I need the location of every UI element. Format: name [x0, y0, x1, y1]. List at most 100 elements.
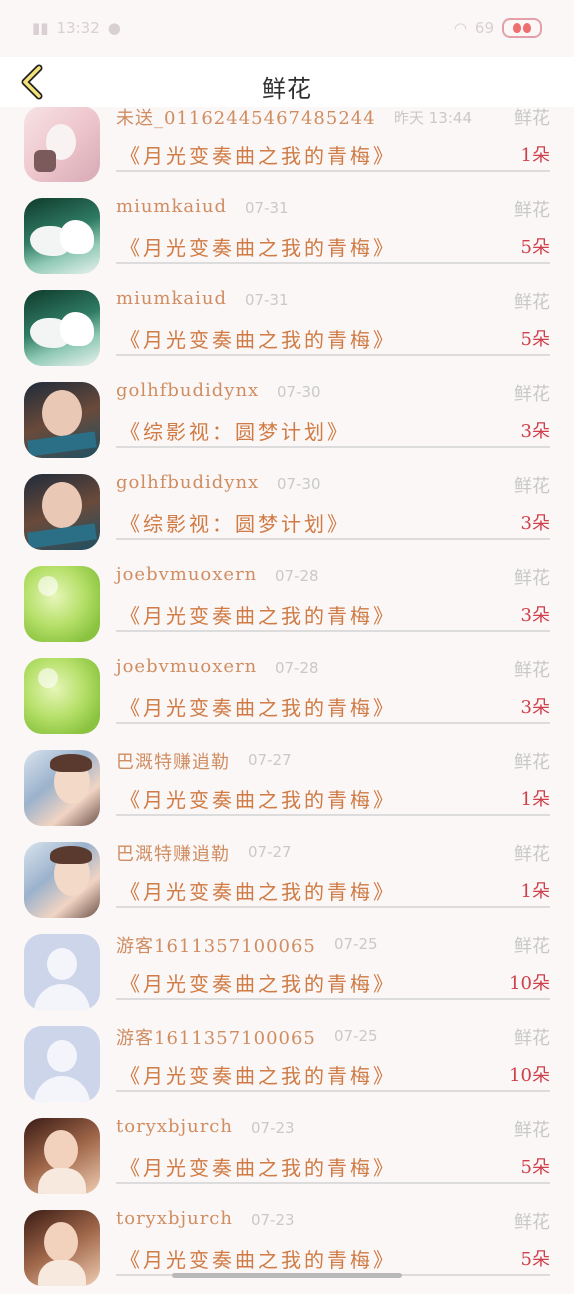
- wifi-icon: ◠: [453, 19, 467, 37]
- novel-title[interactable]: 《月光变奏曲之我的青梅》: [120, 876, 396, 905]
- avatar[interactable]: [24, 1026, 100, 1102]
- avatar[interactable]: [24, 934, 100, 1010]
- record-info: 游客1611357100065 07-25 鲜花 《月光变奏曲之我的青梅》 10朵: [116, 926, 550, 1000]
- gift-type-label: 鲜花: [514, 1028, 550, 1049]
- status-right: ◠ 69: [454, 18, 542, 38]
- gift-record-row[interactable]: 巴溉特赚逍勒 07-27 鲜花《月光变奏曲之我的青梅》 1朵: [0, 834, 574, 926]
- record-info: joebvmuoxern 07-28 鲜花 《月光变奏曲之我的青梅》 3朵: [116, 558, 550, 632]
- gift-date: 昨天 13:44: [394, 109, 472, 127]
- gift-type-label: 鲜花: [514, 384, 550, 405]
- gift-date: 07-28: [275, 659, 319, 677]
- gift-amount: 5朵: [520, 237, 550, 258]
- gift-record-row[interactable]: 未送_01162445467485244 昨天 13:44 鲜花《月光变奏曲之我的青…: [0, 98, 574, 190]
- gift-amount: 3朵: [520, 421, 550, 442]
- username: 巴溉特赚逍勒: [116, 844, 230, 865]
- novel-title[interactable]: 《月光变奏曲之我的青梅》: [120, 692, 396, 721]
- avatar[interactable]: [24, 1210, 100, 1286]
- novel-title[interactable]: 《月光变奏曲之我的青梅》: [120, 600, 396, 629]
- gift-date: 07-27: [248, 843, 292, 861]
- novel-title[interactable]: 《月光变奏曲之我的青梅》: [120, 784, 396, 813]
- avatar[interactable]: [24, 750, 100, 826]
- gift-record-row[interactable]: golhfbudidynx 07-30 鲜花《综影视：圆梦计划》 3朵: [0, 466, 574, 558]
- gift-date: 07-27: [248, 751, 292, 769]
- gift-type-label: 鲜花: [514, 1212, 550, 1233]
- novel-title[interactable]: 《月光变奏曲之我的青梅》: [120, 1152, 396, 1181]
- gift-record-row[interactable]: toryxbjurch 07-23 鲜花 《月光变奏曲之我的青梅》 5朵: [0, 1110, 574, 1202]
- gift-date: 07-30: [277, 475, 321, 493]
- username: 游客1611357100065: [116, 936, 316, 957]
- username: 未送_01162445467485244: [116, 108, 376, 129]
- gift-type-label: 鲜花: [514, 844, 550, 865]
- novel-title[interactable]: 《月光变奏曲之我的青梅》: [120, 324, 396, 353]
- header-bar: 鲜花: [0, 57, 574, 107]
- gift-date: 07-31: [245, 199, 289, 217]
- gift-type-label: 鲜花: [514, 752, 550, 773]
- gift-date: 07-25: [334, 935, 378, 953]
- novel-title[interactable]: 《月光变奏曲之我的青梅》: [120, 1244, 396, 1273]
- avatar[interactable]: [24, 474, 100, 550]
- battery-percent: 69: [474, 19, 494, 37]
- novel-title[interactable]: 《月光变奏曲之我的青梅》: [120, 1060, 396, 1089]
- username: golhfbudidynx: [116, 472, 260, 493]
- gift-amount: 3朵: [520, 697, 550, 718]
- clock: 13:32: [56, 19, 100, 37]
- gift-date: 07-25: [334, 1027, 378, 1045]
- record-info: 游客1611357100065 07-25 鲜花《月光变奏曲之我的青梅》 10朵: [116, 1018, 550, 1092]
- novel-title[interactable]: 《月光变奏曲之我的青梅》: [120, 140, 396, 169]
- record-info: golhfbudidynx 07-30 鲜花 《综影视：圆梦计划》 3朵: [116, 374, 550, 448]
- gift-record-row[interactable]: golhfbudidynx 07-30 鲜花 《综影视：圆梦计划》 3朵: [0, 374, 574, 466]
- username: miumkaiud: [116, 288, 227, 309]
- gift-date: 07-23: [251, 1211, 295, 1229]
- avatar[interactable]: [24, 1118, 100, 1194]
- gift-record-row[interactable]: miumkaiud 07-31 鲜花 《月光变奏曲之我的青梅》 5朵: [0, 282, 574, 374]
- gift-record-row[interactable]: joebvmuoxern 07-28 鲜花 《月光变奏曲之我的青梅》 3朵: [0, 650, 574, 742]
- avatar[interactable]: [24, 382, 100, 458]
- gift-amount: 1朵: [520, 881, 550, 902]
- gift-type-label: 鲜花: [514, 1120, 550, 1141]
- battery-icon: [502, 18, 542, 38]
- username: joebvmuoxern: [116, 656, 258, 677]
- avatar[interactable]: [24, 198, 100, 274]
- gift-date: 07-28: [275, 567, 319, 585]
- avatar[interactable]: [24, 106, 100, 182]
- gift-record-row[interactable]: toryxbjurch 07-23 鲜花《月光变奏曲之我的青梅》 5朵: [0, 1202, 574, 1294]
- home-indicator: [172, 1273, 402, 1278]
- username: toryxbjurch: [116, 1116, 233, 1137]
- username: 巴溉特赚逍勒: [116, 752, 230, 773]
- gift-amount: 10朵: [509, 1065, 550, 1086]
- avatar[interactable]: [24, 566, 100, 642]
- gift-amount: 3朵: [520, 605, 550, 626]
- notification-icon: ●: [107, 19, 121, 37]
- gift-amount: 3朵: [520, 513, 550, 534]
- novel-title[interactable]: 《月光变奏曲之我的青梅》: [120, 232, 396, 261]
- record-info: 巴溉特赚逍勒 07-27 鲜花《月光变奏曲之我的青梅》 1朵: [116, 834, 550, 908]
- avatar[interactable]: [24, 658, 100, 734]
- novel-title[interactable]: 《综影视：圆梦计划》: [120, 416, 350, 445]
- username: miumkaiud: [116, 196, 227, 217]
- gift-date: 07-23: [251, 1119, 295, 1137]
- status-bar: ▮▮ 13:32 ● ◠ 69: [0, 0, 574, 56]
- record-info: golhfbudidynx 07-30 鲜花《综影视：圆梦计划》 3朵: [116, 466, 550, 540]
- signal-icon: ▮▮: [32, 19, 49, 37]
- gift-date: 07-31: [245, 291, 289, 309]
- gift-type-label: 鲜花: [514, 292, 550, 313]
- gift-record-row[interactable]: 巴溉特赚逍勒 07-27 鲜花 《月光变奏曲之我的青梅》 1朵: [0, 742, 574, 834]
- gift-amount: 5朵: [520, 1249, 550, 1270]
- gift-record-row[interactable]: joebvmuoxern 07-28 鲜花 《月光变奏曲之我的青梅》 3朵: [0, 558, 574, 650]
- avatar[interactable]: [24, 842, 100, 918]
- gift-type-label: 鲜花: [514, 108, 550, 129]
- record-info: miumkaiud 07-31 鲜花 《月光变奏曲之我的青梅》 5朵: [116, 190, 550, 264]
- gift-record-row[interactable]: 游客1611357100065 07-25 鲜花 《月光变奏曲之我的青梅》 10朵: [0, 926, 574, 1018]
- record-info: 巴溉特赚逍勒 07-27 鲜花 《月光变奏曲之我的青梅》 1朵: [116, 742, 550, 816]
- record-info: miumkaiud 07-31 鲜花 《月光变奏曲之我的青梅》 5朵: [116, 282, 550, 356]
- gift-type-label: 鲜花: [514, 476, 550, 497]
- gift-record-row[interactable]: 游客1611357100065 07-25 鲜花《月光变奏曲之我的青梅》 10朵: [0, 1018, 574, 1110]
- username: 游客1611357100065: [116, 1028, 316, 1049]
- gift-record-row[interactable]: miumkaiud 07-31 鲜花 《月光变奏曲之我的青梅》 5朵: [0, 190, 574, 282]
- record-info: joebvmuoxern 07-28 鲜花 《月光变奏曲之我的青梅》 3朵: [116, 650, 550, 724]
- novel-title[interactable]: 《月光变奏曲之我的青梅》: [120, 968, 396, 997]
- page-title: 鲜花: [262, 75, 312, 103]
- avatar[interactable]: [24, 290, 100, 366]
- username: toryxbjurch: [116, 1208, 233, 1229]
- novel-title[interactable]: 《综影视：圆梦计划》: [120, 508, 350, 537]
